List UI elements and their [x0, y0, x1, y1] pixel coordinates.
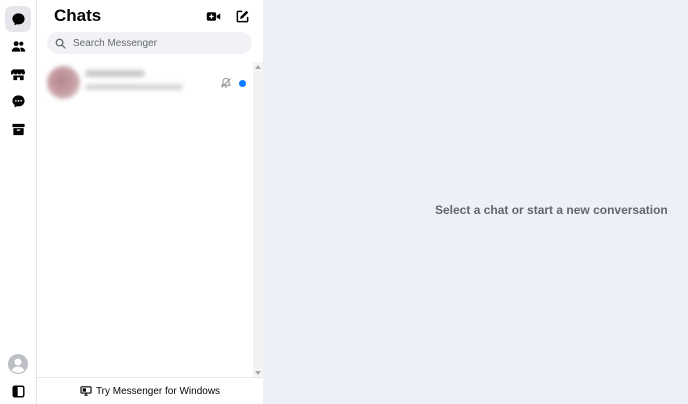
conversation-preview	[85, 84, 183, 90]
rail-archive-button[interactable]	[5, 116, 31, 142]
new-message-button[interactable]	[232, 6, 252, 26]
scroll-down-arrow[interactable]	[255, 371, 261, 375]
conversation-list-item[interactable]	[41, 62, 251, 104]
rail-marketplace-button[interactable]	[5, 61, 31, 87]
sidebar-toggle-icon	[11, 384, 25, 398]
desktop-monitor-icon	[80, 386, 92, 396]
store-icon	[10, 68, 25, 80]
try-messenger-for-windows-link[interactable]: Try Messenger for Windows	[37, 377, 263, 404]
rail-message-requests-button[interactable]	[5, 88, 31, 114]
muted-bell-icon	[221, 77, 231, 88]
message-requests-icon	[11, 94, 25, 107]
conversation-avatar	[47, 66, 80, 99]
avatar-icon	[8, 354, 28, 374]
compose-icon	[236, 10, 248, 22]
rail-toggle-sidebar-button[interactable]	[5, 378, 31, 404]
empty-state-message: Select a chat or start a new conversatio…	[435, 203, 668, 217]
search-bar	[47, 32, 252, 54]
rail-people-button[interactable]	[5, 33, 31, 59]
conversation-list-scrollbar[interactable]	[253, 62, 263, 378]
rail-profile-button[interactable]	[5, 351, 31, 377]
chat-bubble-icon	[11, 12, 25, 25]
page-title: Chats	[54, 6, 102, 25]
archive-icon	[11, 123, 25, 135]
rail-chats-button[interactable]	[5, 6, 31, 32]
navigation-rail	[0, 0, 37, 404]
conversation-area: Select a chat or start a new conversatio…	[263, 0, 688, 404]
conversation-name	[85, 70, 145, 77]
new-video-call-button[interactable]	[203, 6, 223, 26]
people-icon	[11, 40, 25, 52]
search-input[interactable]	[71, 36, 245, 50]
chats-panel: Chats Search Messenger Try Messenger for…	[37, 0, 263, 404]
unread-indicator	[239, 80, 246, 87]
scroll-up-arrow[interactable]	[255, 65, 261, 69]
try-messenger-label: Try Messenger for Windows	[95, 385, 221, 397]
video-camera-plus-icon	[206, 11, 220, 21]
search-icon	[55, 38, 66, 49]
